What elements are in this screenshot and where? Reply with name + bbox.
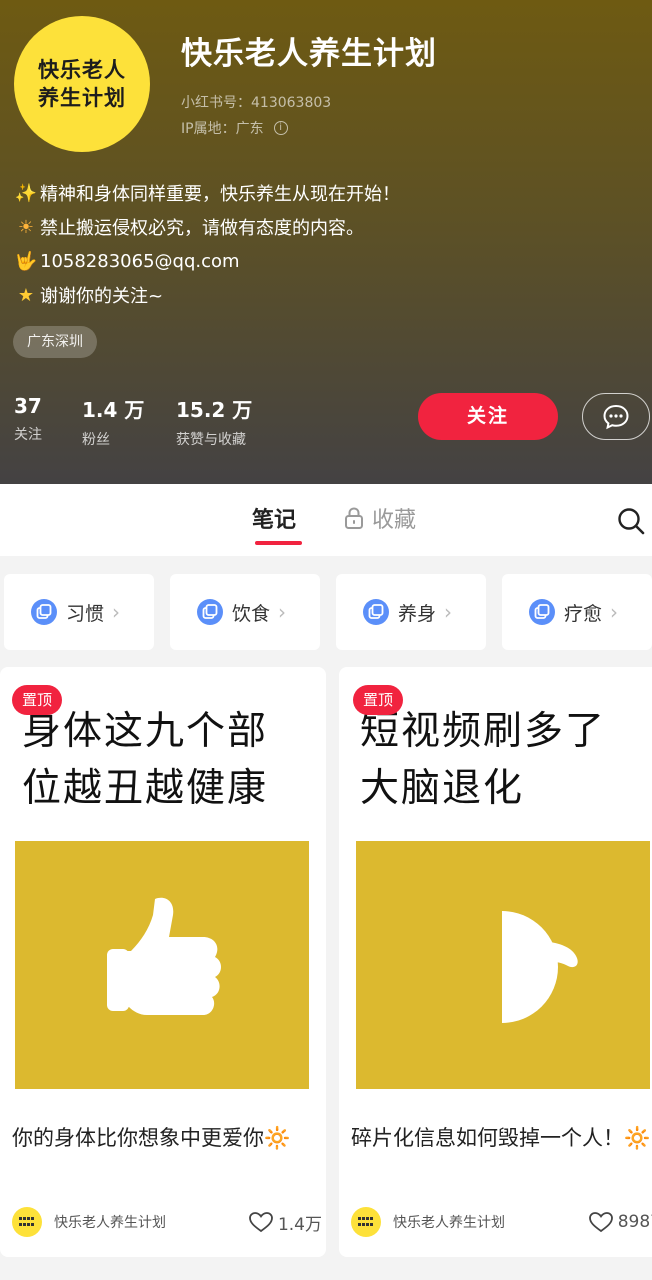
search-icon[interactable]: [616, 506, 646, 536]
heart-icon: [588, 1212, 613, 1233]
location-tag[interactable]: 广东深圳: [13, 326, 97, 358]
stat-number: 37: [14, 394, 42, 418]
category-diet[interactable]: 饮食 ›: [170, 574, 320, 650]
half-face-icon: [502, 911, 578, 1023]
follow-button[interactable]: 关注: [418, 393, 558, 440]
like-button[interactable]: 8987: [588, 1211, 652, 1233]
stat-label: 粉丝: [82, 432, 110, 448]
pinned-badge: 置顶: [353, 685, 404, 715]
stat-likes-favorites[interactable]: 15.2 万 获赞与收藏: [176, 394, 252, 449]
stat-label: 关注: [14, 427, 42, 443]
category-row: 习惯 › 饮食 › 养身 › 疗愈 ›: [0, 574, 652, 650]
cover-title-line: 身体这九个部: [22, 709, 269, 754]
bio-text: 精神和身体同样重要，快乐养生从现在开始！: [40, 184, 400, 205]
collection-icon: [31, 599, 57, 625]
avatar[interactable]: 快乐老人养生计划: [14, 16, 150, 152]
stat-number: 15.2 万: [176, 398, 253, 422]
avatar-logo-icon: [358, 1217, 373, 1226]
author-name[interactable]: 快乐老人养生计划: [393, 1212, 588, 1232]
like-count: 1.4万: [277, 1214, 322, 1235]
author-avatar[interactable]: [351, 1207, 381, 1237]
cover-title-line: 位越丑越健康: [22, 766, 269, 811]
category-fitness[interactable]: 养身 ›: [336, 574, 486, 650]
chevron-right-icon: ›: [444, 600, 453, 624]
category-healing[interactable]: 疗愈 ›: [502, 574, 652, 650]
post-title: 你的身体比你想象中更爱你🔆: [12, 1126, 291, 1150]
profile-name: 快乐老人养生计划: [181, 36, 437, 72]
cover-image: [15, 841, 309, 1089]
chevron-right-icon: ›: [610, 600, 619, 624]
bio-text: 谢谢你的关注~: [40, 286, 164, 307]
message-button[interactable]: [582, 393, 650, 440]
bio-text: 禁止搬运侵权必究，请做有态度的内容。: [40, 218, 364, 239]
avatar-text: 快乐老人养生计划: [38, 58, 126, 110]
stat-followers[interactable]: 1.4 万 粉丝: [82, 394, 144, 449]
ip-location-text: IP属地：广东: [181, 121, 264, 137]
post-footer: 快乐老人养生计划 1.4万: [12, 1207, 322, 1237]
category-label: 习惯: [66, 602, 105, 625]
bio-line: ☀ 禁止搬运侵权必究，请做有态度的内容。: [14, 210, 634, 244]
rock-hand-icon: 🤟: [14, 250, 38, 272]
tab-favorites-label: 收藏: [372, 508, 417, 533]
star-icon: ★: [17, 284, 35, 306]
stat-number: 1.4 万: [82, 398, 145, 422]
avatar-logo-icon: [19, 1217, 34, 1226]
cover-title: 短视频刷多了 大脑退化: [360, 703, 606, 817]
lock-icon: [345, 507, 363, 529]
author-name[interactable]: 快乐老人养生计划: [54, 1212, 248, 1232]
chevron-right-icon: ›: [112, 600, 121, 624]
profile-id: 小红书号：413063803: [181, 95, 332, 111]
bio-line: 🤟 1058283065@qq.com: [14, 244, 634, 278]
post-card[interactable]: 置顶 身体这九个部 位越丑越健康 你的身体比你想象中更爱你🔆 快乐老人养生计划 …: [0, 667, 326, 1257]
tab-favorites[interactable]: 收藏: [344, 502, 416, 534]
collection-icon: [363, 599, 389, 625]
like-count: 8987: [617, 1212, 652, 1232]
stat-label: 获赞与收藏: [176, 432, 246, 448]
thumbs-up-icon: [107, 897, 221, 1015]
post-title: 碎片化信息如何毁掉一个人！🔆: [351, 1126, 651, 1150]
info-icon[interactable]: i: [273, 121, 288, 135]
tab-bar: 笔记 收藏: [0, 484, 652, 556]
like-button[interactable]: 1.4万: [248, 1210, 322, 1235]
active-tab-indicator: [255, 541, 302, 545]
sun-icon: ☀: [17, 216, 35, 238]
bio-line: ✨ 精神和身体同样重要，快乐养生从现在开始！: [14, 176, 634, 210]
bio-line: ★ 谢谢你的关注~: [14, 278, 634, 312]
heart-icon: [249, 1212, 273, 1233]
post-card[interactable]: 置顶 短视频刷多了 大脑退化 碎片化信息如何毁掉一个人！🔆 快乐老人养生计划 8…: [339, 667, 652, 1257]
collection-icon: [529, 599, 555, 625]
post-footer: 快乐老人养生计划 8987: [351, 1207, 652, 1237]
profile-bio: ✨ 精神和身体同样重要，快乐养生从现在开始！ ☀ 禁止搬运侵权必究，请做有态度的…: [14, 176, 634, 312]
sparkle-icon: ✨: [14, 182, 38, 204]
profile-ip: IP属地：广东 i: [181, 118, 288, 138]
category-label: 疗愈: [564, 602, 603, 625]
cover-title-line: 大脑退化: [360, 766, 525, 811]
collection-icon: [197, 599, 223, 625]
chat-bubble-icon: [603, 404, 629, 429]
profile-header: 快乐老人养生计划 快乐老人养生计划 小红书号：413063803 IP属地：广东…: [0, 0, 652, 484]
bio-email: 1058283065@qq.com: [40, 250, 240, 272]
category-label: 饮食: [232, 602, 271, 625]
cover-title: 身体这九个部 位越丑越健康: [22, 703, 268, 817]
chevron-right-icon: ›: [278, 600, 287, 624]
category-label: 养身: [398, 602, 437, 625]
tab-notes[interactable]: 笔记: [252, 502, 296, 534]
category-habits[interactable]: 习惯 ›: [4, 574, 154, 650]
stat-following[interactable]: 37 关注: [14, 394, 42, 444]
cover-image: [356, 841, 650, 1089]
pinned-badge: 置顶: [12, 685, 63, 715]
author-avatar[interactable]: [12, 1207, 42, 1237]
